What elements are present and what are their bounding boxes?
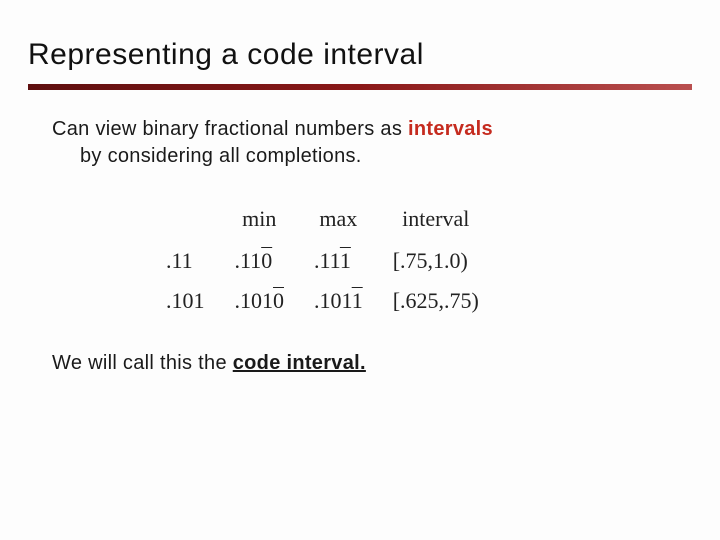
col-max: max — [308, 206, 369, 236]
table-row: .11 .110 .111 [.75,1.0) — [160, 246, 485, 276]
cell-max: .111 — [308, 246, 369, 276]
col-blank — [160, 206, 211, 236]
closing-term: code interval. — [233, 352, 366, 374]
intro-lead: Can view binary fractional numbers as — [52, 118, 408, 140]
cell-min: .1010 — [229, 286, 291, 316]
closing-lead: We will call this the — [52, 352, 233, 374]
col-interval: interval — [387, 206, 485, 236]
cell-interval: [.75,1.0) — [387, 246, 485, 276]
slide-body: Can view binary fractional numbers as in… — [28, 90, 692, 375]
intro-tail: by considering all completions. — [52, 145, 362, 167]
cell-max: .1011 — [308, 286, 369, 316]
col-min: min — [229, 206, 291, 236]
cell-min: .110 — [229, 246, 291, 276]
intro-paragraph: Can view binary fractional numbers as in… — [52, 116, 668, 170]
table-row: .101 .1010 .1011 [.625,.75) — [160, 286, 485, 316]
slide-title: Representing a code interval — [28, 38, 692, 82]
interval-table: min max interval .11 .110 .111 [.75,1.0)… — [142, 196, 668, 326]
closing-paragraph: We will call this the code interval. — [52, 352, 668, 375]
slide: Representing a code interval Can view bi… — [0, 0, 720, 540]
cell-interval: [.625,.75) — [387, 286, 485, 316]
table-header-row: min max interval — [160, 206, 485, 236]
intro-highlight: intervals — [408, 118, 493, 140]
cell-code: .11 — [160, 246, 211, 276]
cell-code: .101 — [160, 286, 211, 316]
